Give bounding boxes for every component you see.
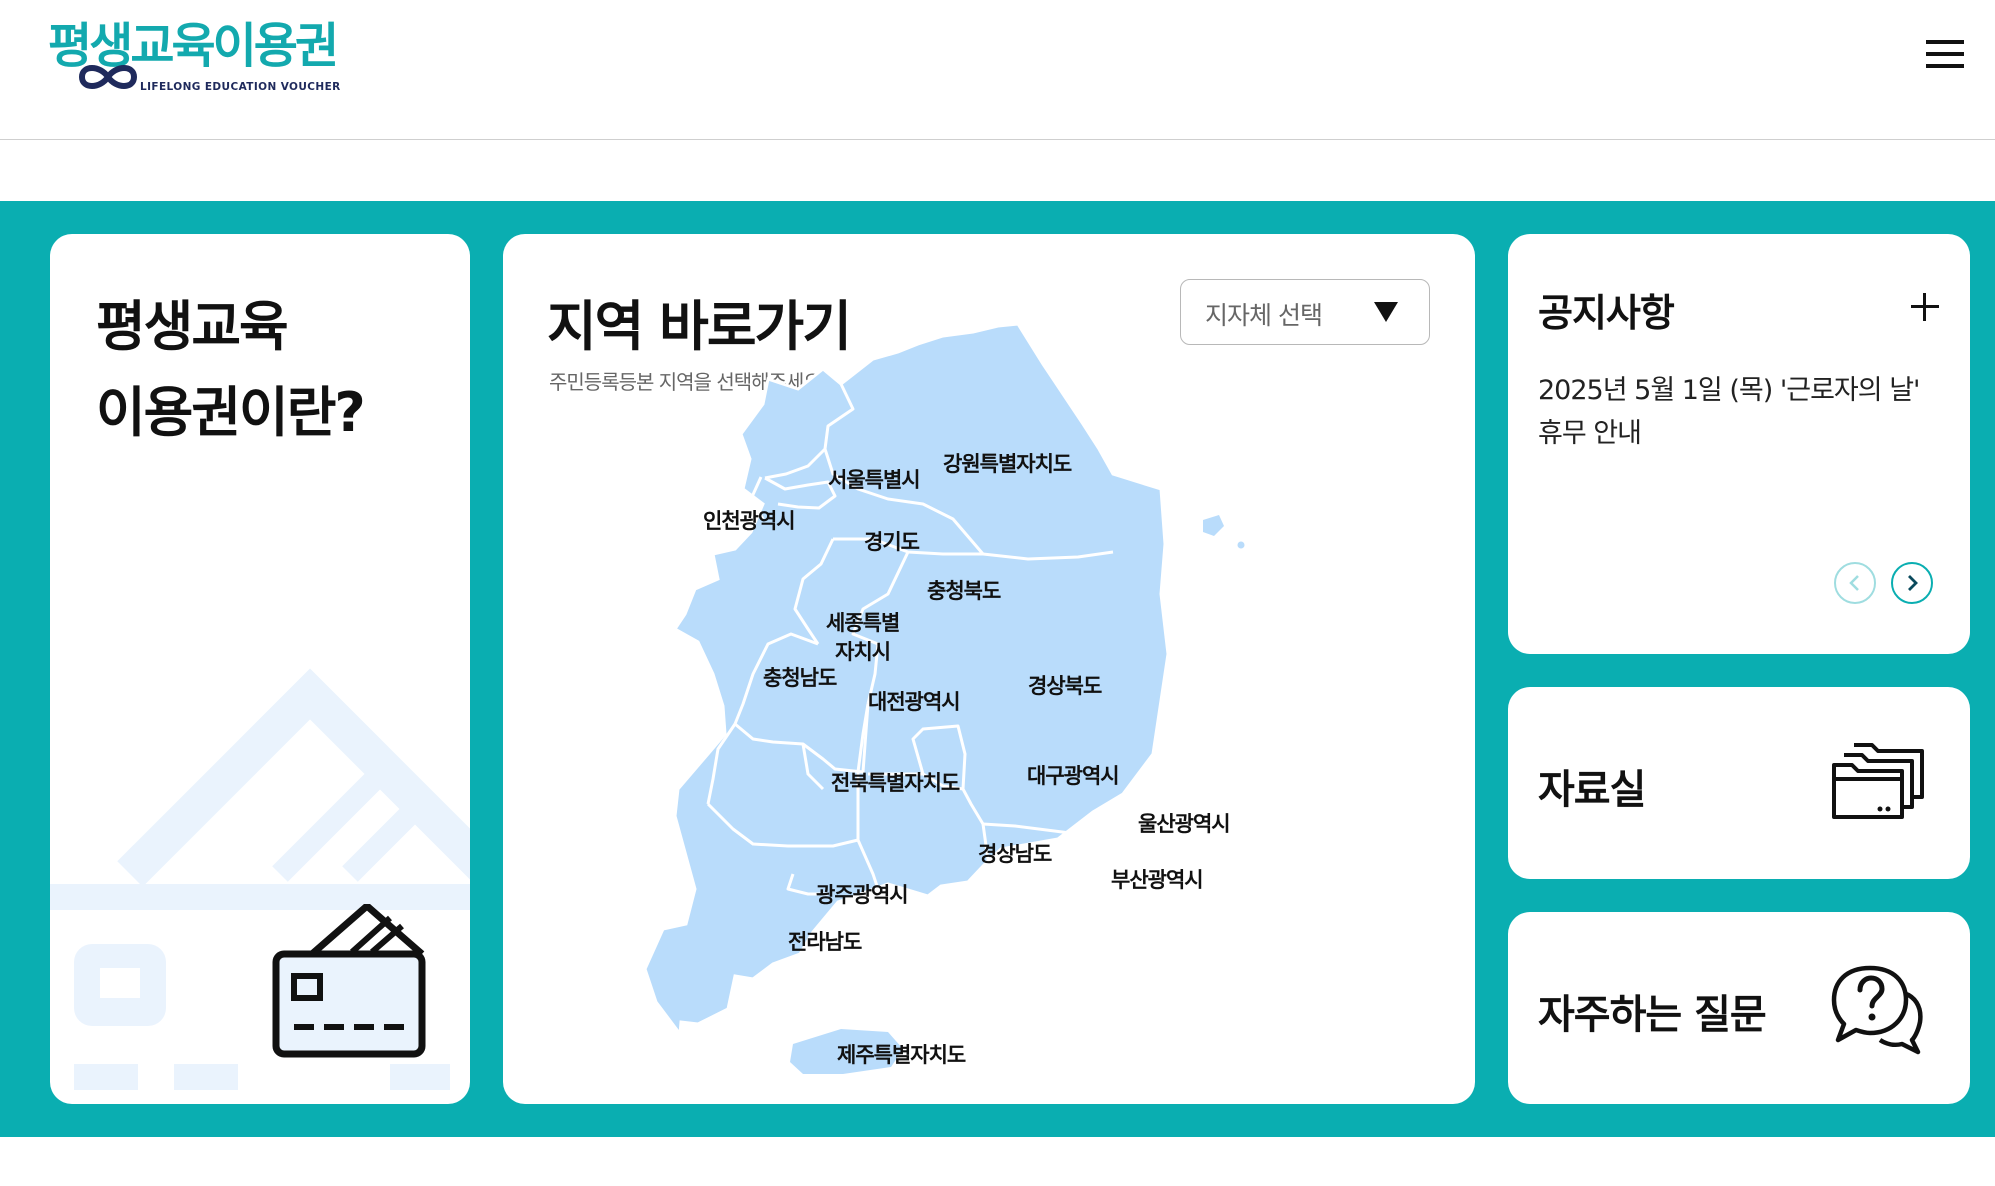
folder-stack-icon	[1832, 743, 1924, 819]
region-label-gyeongbuk[interactable]: 경상북도	[1028, 670, 1102, 700]
region-map-card: 지역 바로가기 주민등록등본 지역을 선택해주세요. 지자체 선택 서울특별시 …	[503, 234, 1475, 1104]
region-label-jeonnam[interactable]: 전라남도	[788, 926, 862, 956]
chevron-right-icon	[1908, 575, 1918, 591]
region-label-daejeon[interactable]: 대전광역시	[868, 686, 961, 716]
region-label-chungbuk[interactable]: 충청북도	[927, 575, 1001, 605]
region-label-seoul[interactable]: 서울특별시	[828, 464, 921, 494]
logo-subtext: LIFELONG EDUCATION VOUCHER	[140, 81, 341, 93]
notice-item-link[interactable]: 2025년 5월 1일 (목) '근로자의 날' 휴무 안내	[1538, 369, 1948, 455]
archive-card[interactable]: 자료실	[1508, 687, 1970, 879]
question-bubble-icon	[1831, 965, 1923, 1055]
site-header: 평생교육이용권 LIFELONG EDUCATION VOUCHER	[0, 0, 1995, 140]
notice-prev-button[interactable]	[1834, 562, 1876, 604]
region-label-sejong[interactable]: 세종특별 자치시	[826, 609, 900, 667]
site-logo[interactable]: 평생교육이용권 LIFELONG EDUCATION VOUCHER	[48, 14, 348, 96]
hamburger-menu-icon[interactable]	[1924, 36, 1966, 72]
notice-more-plus-icon[interactable]	[1908, 290, 1942, 324]
notice-title: 공지사항	[1538, 291, 1675, 335]
chevron-left-icon	[1849, 575, 1859, 591]
voucher-card-icon	[272, 904, 426, 1058]
archive-title: 자료실	[1538, 767, 1646, 813]
region-label-daegu[interactable]: 대구광역시	[1027, 760, 1120, 790]
infinity-icon	[78, 65, 138, 89]
region-label-gwangju[interactable]: 광주광역시	[816, 879, 909, 909]
region-label-sejong-line1: 세종특별	[826, 611, 900, 635]
region-label-sejong-line2: 자치시	[835, 640, 891, 664]
region-label-ulsan[interactable]: 울산광역시	[1138, 808, 1231, 838]
notice-card: 공지사항 2025년 5월 1일 (목) '근로자의 날' 휴무 안내	[1508, 234, 1970, 654]
intro-title: 평생교육 이용권이란?	[96, 295, 366, 444]
faq-card[interactable]: 자주하는 질문	[1508, 912, 1970, 1104]
region-label-busan[interactable]: 부산광역시	[1111, 864, 1204, 894]
region-label-incheon[interactable]: 인천광역시	[703, 505, 796, 535]
intro-card[interactable]: 평생교육 이용권이란?	[50, 234, 470, 1104]
dokdo-island	[1237, 541, 1245, 549]
region-label-gyeonggi[interactable]: 경기도	[864, 526, 920, 556]
region-label-chungnam[interactable]: 충청남도	[763, 662, 837, 692]
notice-next-button[interactable]	[1891, 562, 1933, 604]
region-label-gyeongnam[interactable]: 경상남도	[978, 838, 1052, 868]
ulleungdo-island	[1203, 515, 1224, 536]
faq-title: 자주하는 질문	[1538, 992, 1767, 1038]
region-label-gangwon[interactable]: 강원특별자치도	[943, 448, 1072, 478]
region-label-jeonbuk[interactable]: 전북특별자치도	[831, 767, 960, 797]
korea-map	[643, 322, 1245, 1074]
region-label-jeju[interactable]: 제주특별자치도	[837, 1039, 966, 1069]
